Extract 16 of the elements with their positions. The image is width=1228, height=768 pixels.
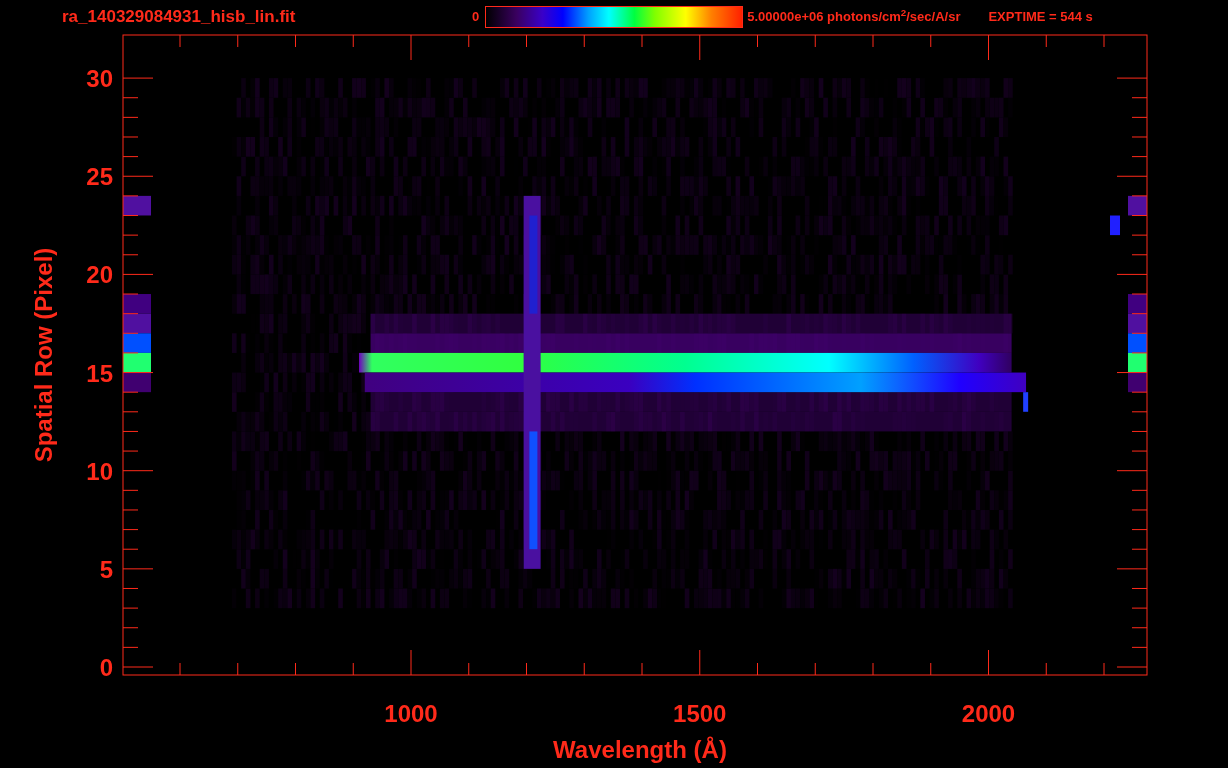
- y-tick-label: 20: [86, 261, 113, 289]
- y-tick-label: 25: [86, 163, 113, 191]
- y-tick-label: 30: [86, 65, 113, 93]
- colorbar-max-label: 5.00000e+06 photons/cm$^{2}$/sec/A/sr: [747, 7, 961, 27]
- colorbar-min-label: 0: [472, 8, 480, 27]
- file-title: ra_140329084931_hisb_lin.fit: [62, 6, 297, 29]
- y-axis-title: Spatial Row (Pixel): [30, 247, 57, 463]
- x-tick-label: 1000: [384, 700, 438, 727]
- y-tick-label: 10: [86, 457, 113, 485]
- y-tick-label: 15: [86, 359, 113, 387]
- exposure-time-label: EXPTIME = 544 s: [988, 8, 1093, 27]
- y-tick-label: 0: [99, 654, 113, 681]
- x-axis-title: Wavelength (Å): [553, 736, 727, 763]
- y-tick-label: 5: [99, 555, 113, 583]
- x-tick-label: 2000: [961, 700, 1016, 727]
- x-tick-label: 1500: [673, 700, 727, 727]
